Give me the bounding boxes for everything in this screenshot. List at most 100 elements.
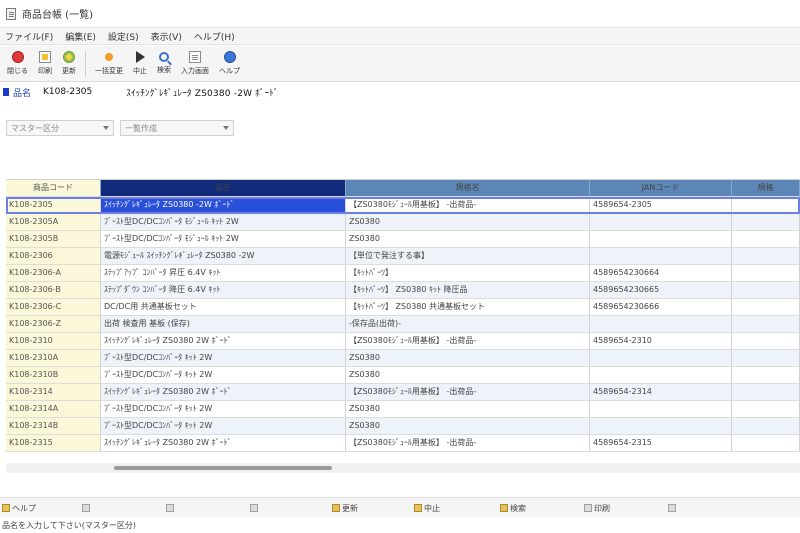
cell-extra[interactable]	[732, 299, 800, 316]
cell-spec[interactable]: 【単位で発注する事】	[346, 248, 590, 265]
cell-name[interactable]: ｽｲｯﾁﾝｸﾞﾚｷﾞｭﾚｰﾀ ZS0380 2W ﾎﾞｰﾄﾞ	[101, 333, 346, 350]
cell-jan[interactable]	[590, 350, 732, 367]
cell-extra[interactable]	[732, 418, 800, 435]
cell-name[interactable]: ﾌﾞｰｽﾄ型DC/DCｺﾝﾊﾞｰﾀ ｷｯﾄ 2W	[101, 418, 346, 435]
table-row[interactable]: K108-2310A ﾌﾞｰｽﾄ型DC/DCｺﾝﾊﾞｰﾀ ｷｯﾄ 2W ZS0380	[6, 350, 800, 367]
cell-extra[interactable]	[732, 231, 800, 248]
cell-extra[interactable]	[732, 248, 800, 265]
cell-code[interactable]: K108-2310B	[6, 367, 101, 384]
scrollbar-thumb[interactable]	[114, 466, 332, 470]
table-row[interactable]: K108-2310 ｽｲｯﾁﾝｸﾞﾚｷﾞｭﾚｰﾀ ZS0380 2W ﾎﾞｰﾄﾞ【…	[6, 333, 800, 350]
table-row[interactable]: K108-2314 ｽｲｯﾁﾝｸﾞﾚｷﾞｭﾚｰﾀ ZS0380 2W ﾎﾞｰﾄﾞ【…	[6, 384, 800, 401]
table-row[interactable]: K108-2305 ｽｲｯﾁﾝｸﾞﾚｷﾞｭﾚｰﾀ ZS0380 -2W ﾎﾞｰﾄﾞ…	[6, 197, 800, 214]
table-row[interactable]: K108-2315 ｽｲｯﾁﾝｸﾞﾚｷﾞｭﾚｰﾀ ZS0380 2W ﾎﾞｰﾄﾞ【…	[6, 435, 800, 452]
cell-extra[interactable]	[732, 197, 800, 214]
cell-spec[interactable]: 【ZS0380ﾓｼﾞｭｰﾙ用基板】 -出荷品-	[346, 435, 590, 452]
cell-spec[interactable]: 【ｷｯﾄﾊﾟｰﾂ】 ZS0380 ｷｯﾄ 降圧品	[346, 282, 590, 299]
cell-code[interactable]: K108-2306	[6, 248, 101, 265]
table-row[interactable]: K108-2314A ﾌﾞｰｽﾄ型DC/DCｺﾝﾊﾞｰﾀ ｷｯﾄ 2W ZS0380	[6, 401, 800, 418]
table-row[interactable]: K108-2306-A ｽﾃｯﾌﾟｱｯﾌﾟ ｺﾝﾊﾞｰﾀ 昇圧 6.4V ｷｯﾄ【…	[6, 265, 800, 282]
menu-edit[interactable]: 編集(E)	[62, 30, 105, 43]
cell-name[interactable]: ﾌﾞｰｽﾄ型DC/DCｺﾝﾊﾞｰﾀ ﾓｼﾞｭｰﾙ ｷｯﾄ 2W	[101, 231, 346, 248]
cell-jan[interactable]	[590, 231, 732, 248]
cell-jan[interactable]: 4589654-2315	[590, 435, 732, 452]
cell-name[interactable]: ﾌﾞｰｽﾄ型DC/DCｺﾝﾊﾞｰﾀ ｷｯﾄ 2W	[101, 350, 346, 367]
fkey-4[interactable]	[250, 502, 260, 514]
cell-jan[interactable]	[590, 418, 732, 435]
table-row[interactable]: K108-2314B ﾌﾞｰｽﾄ型DC/DCｺﾝﾊﾞｰﾀ ｷｯﾄ 2W ZS0380	[6, 418, 800, 435]
list-mode-select[interactable]: 一覧作成	[120, 120, 234, 136]
menu-settings[interactable]: 設定(S)	[105, 30, 148, 43]
cell-code[interactable]: K108-2310A	[6, 350, 101, 367]
cell-code[interactable]: K108-2314	[6, 384, 101, 401]
column-header-name[interactable]: 品名	[101, 180, 346, 197]
cell-spec[interactable]: ZS0380	[346, 401, 590, 418]
cell-spec[interactable]: ZS0380	[346, 214, 590, 231]
table-row[interactable]: K108-2305A ﾌﾞｰｽﾄ型DC/DCｺﾝﾊﾞｰﾀ ﾓｼﾞｭｰﾙ ｷｯﾄ 2…	[6, 214, 800, 231]
cell-jan[interactable]: 4589654-2305	[590, 197, 732, 214]
search-button[interactable]: 検索	[152, 47, 176, 81]
cell-spec[interactable]: 【ZS0380ﾓｼﾞｭｰﾙ用基板】 -出荷品-	[346, 384, 590, 401]
table-row[interactable]: K108-2305B ﾌﾞｰｽﾄ型DC/DCｺﾝﾊﾞｰﾀ ﾓｼﾞｭｰﾙ ｷｯﾄ 2…	[6, 231, 800, 248]
fkey-search[interactable]: 検索	[500, 502, 526, 514]
cell-jan[interactable]: 4589654230665	[590, 282, 732, 299]
cell-name[interactable]: ｽｲｯﾁﾝｸﾞﾚｷﾞｭﾚｰﾀ ZS0380 2W ﾎﾞｰﾄﾞ	[101, 435, 346, 452]
stop-button[interactable]: 中止	[128, 47, 152, 81]
fkey-2[interactable]	[82, 502, 92, 514]
fkey-9[interactable]	[668, 502, 678, 514]
cell-code[interactable]: K108-2306-B	[6, 282, 101, 299]
cell-extra[interactable]	[732, 350, 800, 367]
cell-jan[interactable]: 4589654-2314	[590, 384, 732, 401]
refresh-button[interactable]: 更新	[57, 47, 81, 81]
fkey-help[interactable]: ヘルプ	[2, 502, 36, 514]
fkey-refresh[interactable]: 更新	[332, 502, 358, 514]
cell-extra[interactable]	[732, 435, 800, 452]
column-header-jan[interactable]: JANコード	[590, 180, 732, 197]
cell-spec[interactable]: ZS0380	[346, 418, 590, 435]
master-category-select[interactable]: マスター区分	[6, 120, 114, 136]
cell-extra[interactable]	[732, 384, 800, 401]
fkey-3[interactable]	[166, 502, 176, 514]
cell-jan[interactable]	[590, 248, 732, 265]
table-row[interactable]: K108-2310B ﾌﾞｰｽﾄ型DC/DCｺﾝﾊﾞｰﾀ ｷｯﾄ 2W ZS0380	[6, 367, 800, 384]
menu-help[interactable]: ヘルプ(H)	[191, 30, 244, 43]
cell-extra[interactable]	[732, 316, 800, 333]
cell-extra[interactable]	[732, 282, 800, 299]
cell-code[interactable]: K108-2306-C	[6, 299, 101, 316]
cell-spec[interactable]: ZS0380	[346, 231, 590, 248]
cell-code[interactable]: K108-2305A	[6, 214, 101, 231]
help-button[interactable]: ヘルプ	[214, 47, 245, 81]
cell-name[interactable]: ﾌﾞｰｽﾄ型DC/DCｺﾝﾊﾞｰﾀ ﾓｼﾞｭｰﾙ ｷｯﾄ 2W	[101, 214, 346, 231]
fkey-stop[interactable]: 中止	[414, 502, 440, 514]
cell-spec[interactable]: 【ZS0380ﾓｼﾞｭｰﾙ用基板】 -出荷品-	[346, 333, 590, 350]
cell-name[interactable]: ﾌﾞｰｽﾄ型DC/DCｺﾝﾊﾞｰﾀ ｷｯﾄ 2W	[101, 401, 346, 418]
cell-code[interactable]: K108-2305B	[6, 231, 101, 248]
cell-extra[interactable]	[732, 265, 800, 282]
cell-spec[interactable]: 【ｷｯﾄﾊﾟｰﾂ】	[346, 265, 590, 282]
cell-spec[interactable]: ZS0380	[346, 367, 590, 384]
table-row[interactable]: K108-2306 電源ﾓｼﾞｭｰﾙ ｽｲｯﾁﾝｸﾞﾚｷﾞｭﾚｰﾀ ZS0380 …	[6, 248, 800, 265]
cell-spec[interactable]: 【ZS0380ﾓｼﾞｭｰﾙ用基板】 -出荷品-	[346, 197, 590, 214]
column-header-code[interactable]: 商品コード	[6, 180, 101, 197]
cell-code[interactable]: K108-2315	[6, 435, 101, 452]
cell-name[interactable]: ｽﾃｯﾌﾟｱｯﾌﾟ ｺﾝﾊﾞｰﾀ 昇圧 6.4V ｷｯﾄ	[101, 265, 346, 282]
menu-view[interactable]: 表示(V)	[148, 30, 191, 43]
cell-code[interactable]: K108-2306-A	[6, 265, 101, 282]
cell-code[interactable]: K108-2314B	[6, 418, 101, 435]
cell-code[interactable]: K108-2310	[6, 333, 101, 350]
column-header-spec[interactable]: 規格名	[346, 180, 590, 197]
cell-code[interactable]: K108-2314A	[6, 401, 101, 418]
cell-extra[interactable]	[732, 401, 800, 418]
cell-spec[interactable]: -保存品(出荷)-	[346, 316, 590, 333]
close-button[interactable]: 閉じる	[2, 47, 33, 81]
cell-name[interactable]: ｽﾃｯﾌﾟﾀﾞｳﾝ ｺﾝﾊﾞｰﾀ 降圧 6.4V ｷｯﾄ	[101, 282, 346, 299]
cell-jan[interactable]: 4589654230666	[590, 299, 732, 316]
column-header-extra[interactable]: 規格	[732, 180, 800, 197]
menu-file[interactable]: ファイル(F)	[2, 30, 62, 43]
cell-name[interactable]: ｽｲｯﾁﾝｸﾞﾚｷﾞｭﾚｰﾀ ZS0380 2W ﾎﾞｰﾄﾞ	[101, 384, 346, 401]
cell-name[interactable]: 出荷 検査用 基板 (保存)	[101, 316, 346, 333]
cell-jan[interactable]	[590, 367, 732, 384]
cell-extra[interactable]	[732, 214, 800, 231]
fkey-print[interactable]: 印刷	[584, 502, 610, 514]
cell-jan[interactable]: 4589654-2310	[590, 333, 732, 350]
